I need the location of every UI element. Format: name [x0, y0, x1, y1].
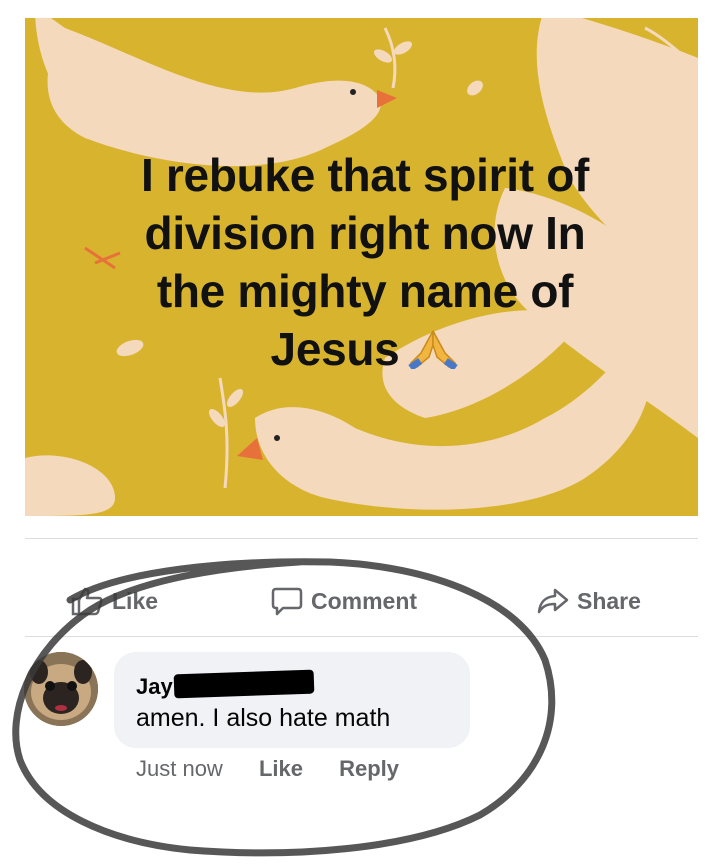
divider [25, 636, 698, 637]
speech-bubble-icon [271, 587, 303, 616]
share-arrow-icon [537, 588, 569, 614]
divider [25, 538, 698, 539]
post-text: I rebuke that spirit of division right n… [65, 146, 665, 378]
post-action-bar: Like Comment Share [25, 568, 698, 634]
comment-timestamp: Just now [136, 756, 223, 781]
commenter-name[interactable]: Jay [136, 674, 173, 700]
share-button[interactable]: Share [537, 568, 641, 634]
post-text-line-last: Jesus [65, 320, 665, 378]
folded-hands-icon [407, 324, 459, 371]
redaction-bar [173, 669, 315, 699]
avatar[interactable] [24, 652, 98, 726]
post-image[interactable]: I rebuke that spirit of division right n… [25, 18, 698, 516]
post-text-word: Jesus [270, 323, 400, 375]
like-label: Like [112, 587, 159, 614]
comment-bubble: Jay amen. I also hate math [114, 652, 470, 748]
like-button[interactable]: Like [70, 568, 158, 634]
comment-reply-button[interactable]: Reply [339, 756, 399, 781]
post-text-line: the mighty name of [156, 265, 574, 317]
post-text-line: I rebuke that spirit of [140, 149, 590, 201]
comment-text: amen. I also hate math [136, 704, 391, 732]
comment-button[interactable]: Comment [271, 568, 417, 634]
pug-avatar-image [24, 652, 98, 726]
comment-like-button[interactable]: Like [259, 756, 303, 781]
post-text-line: division right now In [144, 207, 586, 259]
comment-label: Comment [311, 587, 418, 614]
thumbs-up-icon [71, 587, 103, 616]
comment-meta: Just now Like Reply [136, 756, 429, 782]
share-label: Share [577, 587, 641, 614]
